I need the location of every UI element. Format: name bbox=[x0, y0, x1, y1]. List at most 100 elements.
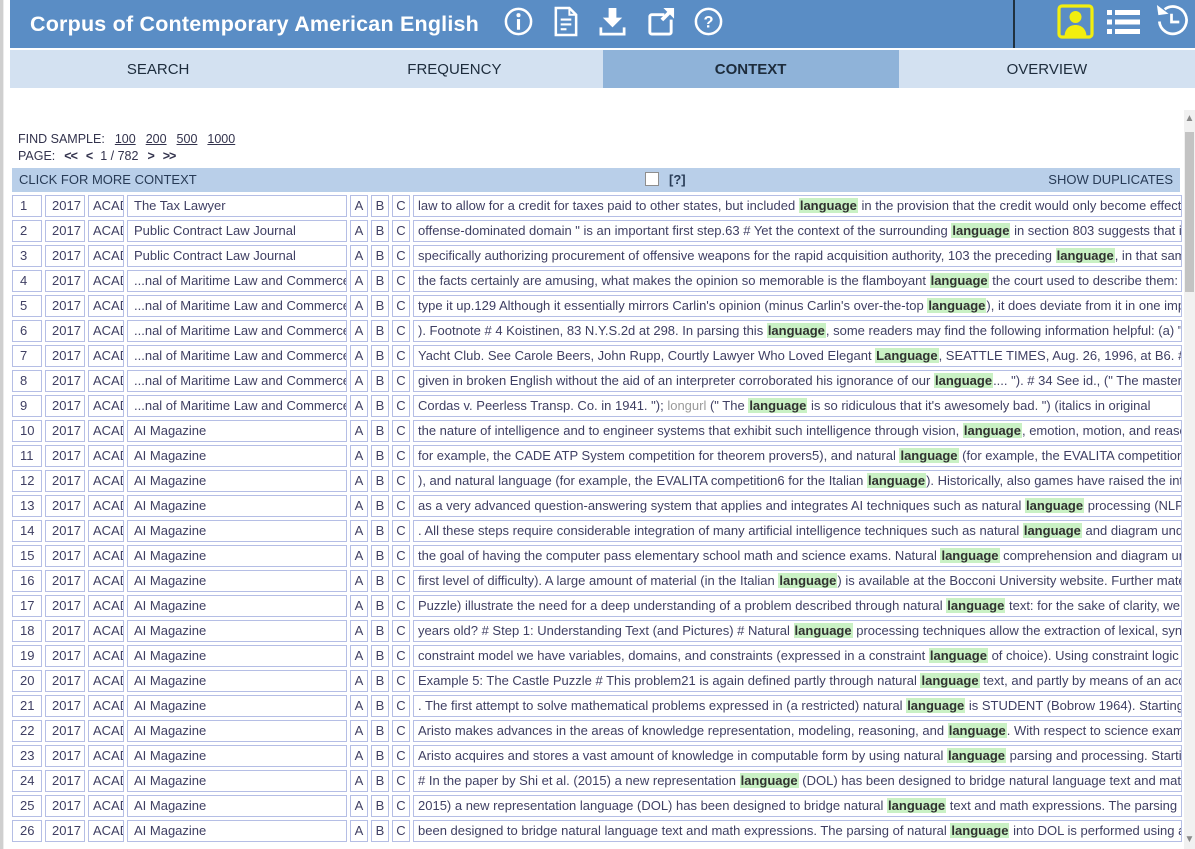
year-cell[interactable]: 2017 bbox=[45, 545, 85, 567]
info-icon[interactable] bbox=[503, 6, 534, 42]
row-number-cell[interactable]: 3 bbox=[12, 245, 42, 267]
genre-cell[interactable]: ACAD bbox=[88, 195, 124, 217]
year-cell[interactable]: 2017 bbox=[45, 570, 85, 592]
context-link-a[interactable]: A bbox=[350, 220, 368, 242]
row-number-cell[interactable]: 22 bbox=[12, 720, 42, 742]
download-icon[interactable] bbox=[597, 6, 628, 42]
source-cell[interactable]: AI Magazine bbox=[127, 620, 347, 642]
row-number-cell[interactable]: 12 bbox=[12, 470, 42, 492]
row-number-cell[interactable]: 5 bbox=[12, 295, 42, 317]
context-link-b[interactable]: B bbox=[371, 720, 389, 742]
context-link-c[interactable]: C bbox=[392, 570, 410, 592]
kwic-context-cell[interactable]: . The first attempt to solve mathematica… bbox=[413, 695, 1182, 717]
external-link-icon[interactable] bbox=[645, 6, 676, 42]
source-cell[interactable]: The Tax Lawyer bbox=[127, 195, 347, 217]
year-cell[interactable]: 2017 bbox=[45, 595, 85, 617]
genre-cell[interactable]: ACAD bbox=[88, 745, 124, 767]
first-page-button[interactable]: << bbox=[64, 149, 77, 163]
year-cell[interactable]: 2017 bbox=[45, 795, 85, 817]
kwic-context-cell[interactable]: offense-dominated domain " is an importa… bbox=[413, 220, 1182, 242]
genre-cell[interactable]: ACAD bbox=[88, 620, 124, 642]
row-number-cell[interactable]: 19 bbox=[12, 645, 42, 667]
context-link-c[interactable]: C bbox=[392, 820, 410, 842]
row-number-cell[interactable]: 17 bbox=[12, 595, 42, 617]
context-link-b[interactable]: B bbox=[371, 520, 389, 542]
kwic-context-cell[interactable]: type it up.129 Although it essentially m… bbox=[413, 295, 1182, 317]
kwic-context-cell[interactable]: the facts certainly are amusing, what ma… bbox=[413, 270, 1182, 292]
context-link-a[interactable]: A bbox=[350, 395, 368, 417]
context-link-a[interactable]: A bbox=[350, 345, 368, 367]
history-icon[interactable] bbox=[1153, 3, 1190, 45]
context-link-b[interactable]: B bbox=[371, 195, 389, 217]
context-link-c[interactable]: C bbox=[392, 220, 410, 242]
kwic-context-cell[interactable]: Aristo acquires and stores a vast amount… bbox=[413, 745, 1182, 767]
context-link-a[interactable]: A bbox=[350, 770, 368, 792]
kwic-context-cell[interactable]: as a very advanced question-answering sy… bbox=[413, 495, 1182, 517]
source-cell[interactable]: AI Magazine bbox=[127, 520, 347, 542]
row-number-cell[interactable]: 21 bbox=[12, 695, 42, 717]
last-page-button[interactable]: >> bbox=[163, 149, 176, 163]
context-link-c[interactable]: C bbox=[392, 720, 410, 742]
row-number-cell[interactable]: 15 bbox=[12, 545, 42, 567]
row-number-cell[interactable]: 18 bbox=[12, 620, 42, 642]
context-link-c[interactable]: C bbox=[392, 595, 410, 617]
source-cell[interactable]: AI Magazine bbox=[127, 545, 347, 567]
year-cell[interactable]: 2017 bbox=[45, 270, 85, 292]
kwic-context-cell[interactable]: the nature of intelligence and to engine… bbox=[413, 420, 1182, 442]
year-cell[interactable]: 2017 bbox=[45, 395, 85, 417]
source-cell[interactable]: AI Magazine bbox=[127, 770, 347, 792]
kwic-context-cell[interactable]: constraint model we have variables, doma… bbox=[413, 645, 1182, 667]
source-cell[interactable]: AI Magazine bbox=[127, 795, 347, 817]
source-cell[interactable]: ...nal of Maritime Law and Commerce bbox=[127, 345, 347, 367]
row-number-cell[interactable]: 11 bbox=[12, 445, 42, 467]
kwic-context-cell[interactable]: . All these steps require considerable i… bbox=[413, 520, 1182, 542]
context-link-a[interactable]: A bbox=[350, 320, 368, 342]
context-link-c[interactable]: C bbox=[392, 745, 410, 767]
context-link-b[interactable]: B bbox=[371, 820, 389, 842]
context-link-c[interactable]: C bbox=[392, 495, 410, 517]
sample-100-link[interactable]: 100 bbox=[115, 132, 136, 146]
kwic-context-cell[interactable]: 2015) a new representation language (DOL… bbox=[413, 795, 1182, 817]
source-cell[interactable]: AI Magazine bbox=[127, 695, 347, 717]
year-cell[interactable]: 2017 bbox=[45, 345, 85, 367]
context-link-c[interactable]: C bbox=[392, 645, 410, 667]
genre-cell[interactable]: ACAD bbox=[88, 795, 124, 817]
context-link-a[interactable]: A bbox=[350, 620, 368, 642]
kwic-context-cell[interactable]: first level of difficulty). A large amou… bbox=[413, 570, 1182, 592]
year-cell[interactable]: 2017 bbox=[45, 245, 85, 267]
row-number-cell[interactable]: 26 bbox=[12, 820, 42, 842]
context-link-c[interactable]: C bbox=[392, 345, 410, 367]
context-link-a[interactable]: A bbox=[350, 245, 368, 267]
context-link-a[interactable]: A bbox=[350, 695, 368, 717]
document-icon[interactable] bbox=[551, 6, 580, 42]
kwic-context-cell[interactable]: years old? # Step 1: Understanding Text … bbox=[413, 620, 1182, 642]
context-link-b[interactable]: B bbox=[371, 695, 389, 717]
context-link-b[interactable]: B bbox=[371, 220, 389, 242]
genre-cell[interactable]: ACAD bbox=[88, 520, 124, 542]
row-number-cell[interactable]: 8 bbox=[12, 370, 42, 392]
context-link-c[interactable]: C bbox=[392, 245, 410, 267]
source-cell[interactable]: AI Magazine bbox=[127, 570, 347, 592]
user-icon[interactable] bbox=[1057, 4, 1094, 44]
help-bracket-link[interactable]: [?] bbox=[669, 172, 686, 187]
sample-200-link[interactable]: 200 bbox=[146, 132, 167, 146]
context-link-c[interactable]: C bbox=[392, 545, 410, 567]
kwic-context-cell[interactable]: ). Footnote # 4 Koistinen, 83 N.Y.S.2d a… bbox=[413, 320, 1182, 342]
year-cell[interactable]: 2017 bbox=[45, 745, 85, 767]
year-cell[interactable]: 2017 bbox=[45, 670, 85, 692]
genre-cell[interactable]: ACAD bbox=[88, 220, 124, 242]
context-link-c[interactable]: C bbox=[392, 295, 410, 317]
source-cell[interactable]: ...nal of Maritime Law and Commerce bbox=[127, 270, 347, 292]
vertical-scrollbar[interactable]: ▲ ▼ bbox=[1184, 110, 1195, 849]
context-link-c[interactable]: C bbox=[392, 445, 410, 467]
context-link-a[interactable]: A bbox=[350, 470, 368, 492]
year-cell[interactable]: 2017 bbox=[45, 645, 85, 667]
context-link-b[interactable]: B bbox=[371, 470, 389, 492]
context-link-a[interactable]: A bbox=[350, 270, 368, 292]
tab-context[interactable]: CONTEXT bbox=[603, 50, 899, 88]
year-cell[interactable]: 2017 bbox=[45, 495, 85, 517]
scroll-down-arrow[interactable]: ▼ bbox=[1184, 833, 1195, 847]
source-cell[interactable]: AI Magazine bbox=[127, 720, 347, 742]
kwic-context-cell[interactable]: Puzzle) illustrate the need for a deep u… bbox=[413, 595, 1182, 617]
source-cell[interactable]: ...nal of Maritime Law and Commerce bbox=[127, 370, 347, 392]
